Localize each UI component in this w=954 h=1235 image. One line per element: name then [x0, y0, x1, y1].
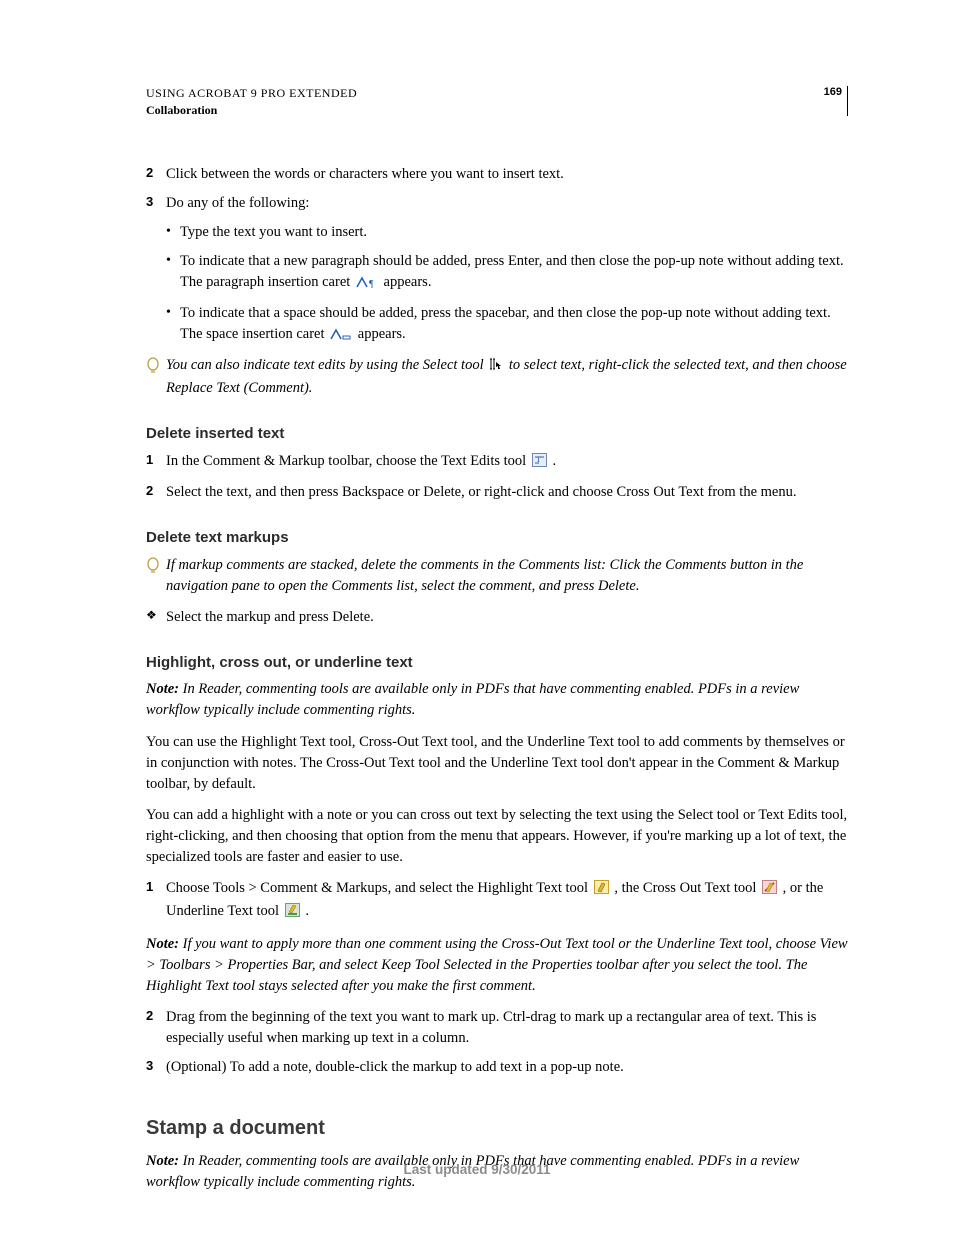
dm-item: ❖ Select the markup and press Delete.	[146, 607, 848, 628]
step-marker: 3	[146, 1057, 166, 1078]
heading-highlight: Highlight, cross out, or underline text	[146, 652, 848, 674]
note-body: If you want to apply more than one comme…	[146, 936, 848, 994]
step-marker: 1	[146, 451, 166, 474]
footer: Last updated 9/30/2011	[0, 1162, 954, 1177]
lightbulb-icon	[146, 355, 166, 399]
dm-text: Select the markup and press Delete.	[166, 607, 848, 628]
tip-delete-markups: If markup comments are stacked, delete t…	[146, 555, 848, 597]
header-subtitle: Collaboration	[146, 103, 848, 118]
tip-select-tool: You can also indicate text edits by usin…	[146, 355, 848, 399]
step-text: Choose Tools > Comment & Markups, and se…	[166, 878, 848, 924]
note-body: In Reader, commenting tools are availabl…	[146, 681, 799, 718]
header-title: USING ACROBAT 9 PRO EXTENDED	[146, 86, 848, 101]
bullet-2: • To indicate that a new paragraph shoul…	[146, 251, 848, 295]
hl-s1b: , the Cross Out Text tool	[614, 880, 760, 896]
bullet-marker: •	[166, 251, 180, 295]
underline-text-tool-icon	[285, 903, 300, 924]
page-number: 169	[824, 86, 848, 98]
step-marker: 2	[146, 482, 166, 503]
bullet-text: To indicate that a new paragraph should …	[180, 251, 848, 295]
di-step-1: 1 In the Comment & Markup toolbar, choos…	[146, 451, 848, 474]
crossout-text-tool-icon	[762, 880, 777, 901]
tip-text: If markup comments are stacked, delete t…	[166, 555, 848, 597]
highlight-p2: You can add a highlight with a note or y…	[146, 805, 848, 868]
heading-stamp: Stamp a document	[146, 1114, 848, 1143]
bullet-text: Type the text you want to insert.	[180, 222, 848, 243]
hl-step-3: 3 (Optional) To add a note, double-click…	[146, 1057, 848, 1078]
bullet-text: To indicate that a space should be added…	[180, 303, 848, 347]
bullet-text-a: To indicate that a new paragraph should …	[180, 253, 844, 290]
tip-text: You can also indicate text edits by usin…	[166, 355, 848, 399]
step-marker: 3	[146, 193, 166, 214]
bullet-1: • Type the text you want to insert.	[146, 222, 848, 243]
step-text: Select the text, and then press Backspac…	[166, 482, 848, 503]
tip-text-a: You can also indicate text edits by usin…	[166, 357, 487, 373]
paragraph-insertion-caret-icon: ¶	[356, 274, 378, 295]
hl-step-1: 1 Choose Tools > Comment & Markups, and …	[146, 878, 848, 924]
svg-text:¶: ¶	[369, 279, 374, 288]
di-s1b: .	[552, 453, 556, 469]
diamond-marker: ❖	[146, 607, 166, 628]
bullet-marker: •	[166, 222, 180, 243]
text-edits-tool-icon: T	[532, 453, 547, 474]
step-text: In the Comment & Markup toolbar, choose …	[166, 451, 848, 474]
hl-s1a: Choose Tools > Comment & Markups, and se…	[166, 880, 592, 896]
bullet-marker: •	[166, 303, 180, 347]
bullet-text-a: To indicate that a space should be added…	[180, 305, 831, 342]
bullet-text-b: appears.	[384, 274, 432, 290]
di-step-2: 2 Select the text, and then press Backsp…	[146, 482, 848, 503]
step-marker: 2	[146, 164, 166, 185]
di-s1a: In the Comment & Markup toolbar, choose …	[166, 453, 530, 469]
step-marker: 2	[146, 1007, 166, 1049]
note-lead: Note:	[146, 936, 183, 952]
highlight-p1: You can use the Highlight Text tool, Cro…	[146, 732, 848, 795]
step-2: 2 Click between the words or characters …	[146, 164, 848, 185]
select-tool-icon	[489, 357, 503, 378]
content: 2 Click between the words or characters …	[146, 164, 848, 1193]
heading-delete-inserted: Delete inserted text	[146, 423, 848, 445]
hl-step-2: 2 Drag from the beginning of the text yo…	[146, 1007, 848, 1049]
step-3: 3 Do any of the following:	[146, 193, 848, 214]
svg-text:T: T	[536, 455, 541, 464]
step-text: (Optional) To add a note, double-click t…	[166, 1057, 848, 1078]
hl-s1d: .	[305, 903, 309, 919]
page: USING ACROBAT 9 PRO EXTENDED Collaborati…	[0, 0, 954, 1235]
step-marker: 1	[146, 878, 166, 924]
highlight-note2: Note: If you want to apply more than one…	[146, 934, 848, 997]
space-insertion-caret-icon	[330, 326, 352, 347]
step-text: Drag from the beginning of the text you …	[166, 1007, 848, 1049]
step-text: Click between the words or characters wh…	[166, 164, 848, 185]
bullet-3: • To indicate that a space should be add…	[146, 303, 848, 347]
lightbulb-icon	[146, 555, 166, 597]
heading-delete-markups: Delete text markups	[146, 527, 848, 549]
note-lead: Note:	[146, 681, 183, 697]
highlight-note: Note: In Reader, commenting tools are av…	[146, 679, 848, 721]
page-header: USING ACROBAT 9 PRO EXTENDED Collaborati…	[146, 86, 848, 118]
highlight-text-tool-icon	[594, 880, 609, 901]
bullet-text-b: appears.	[358, 326, 406, 342]
step-text: Do any of the following:	[166, 193, 848, 214]
